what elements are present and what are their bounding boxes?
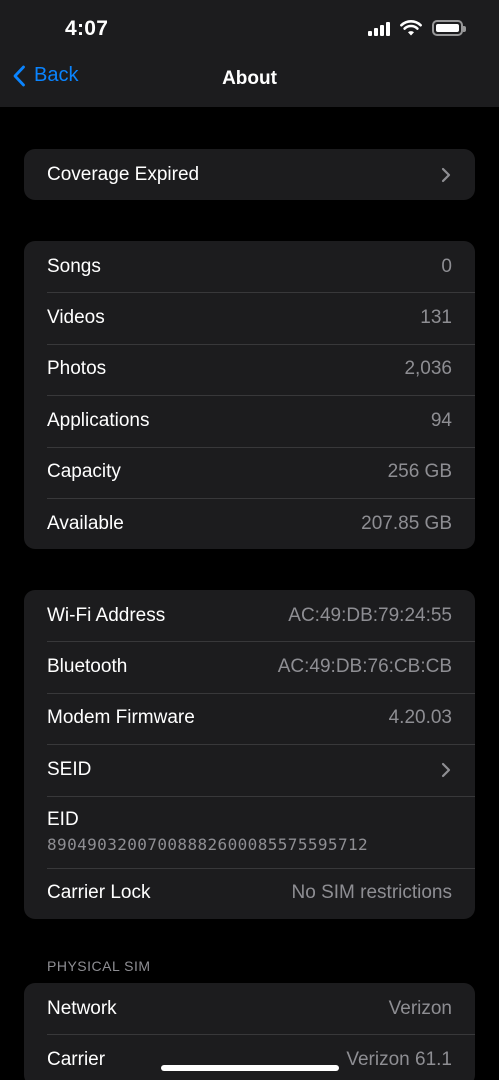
network-value: Verizon [388,997,452,1019]
status-time: 4:07 [65,17,109,40]
wifi-address-value: AC:49:DB:79:24:55 [288,604,452,626]
bluetooth-label: Bluetooth [47,656,128,678]
identifiers-group: Wi-Fi Address AC:49:DB:79:24:55 Bluetoot… [24,590,475,919]
wifi-icon [400,20,422,36]
page-title: About [222,68,277,89]
coverage-group: Coverage Expired [24,149,475,201]
seid-row[interactable]: SEID [24,744,475,795]
available-value: 207.85 GB [361,512,452,534]
coverage-label: Coverage Expired [47,163,200,185]
songs-label: Songs [47,255,101,277]
applications-label: Applications [47,409,150,431]
wifi-address-label: Wi-Fi Address [47,604,166,626]
eid-value: 89049032007008882600085575595712 [47,835,369,855]
capacity-label: Capacity [47,461,121,483]
media-group: Songs 0 Videos 131 Photos 2,036 Applicat… [24,241,475,550]
videos-value: 131 [420,307,452,329]
wifi-address-row[interactable]: Wi-Fi Address AC:49:DB:79:24:55 [24,590,475,641]
photos-row: Photos 2,036 [24,343,475,395]
carrier-label: Carrier [47,1049,106,1071]
carrier-row: Carrier Verizon 61.1 [24,1034,475,1080]
capacity-value: 256 GB [387,461,452,483]
physical-sim-header: PHYSICAL SIM [47,958,151,974]
battery-icon [432,20,466,36]
navigation-bar: 4:07 Back About [0,0,499,107]
home-indicator[interactable] [161,1065,339,1071]
applications-row: Applications 94 [24,395,475,446]
photos-label: Photos [47,358,107,380]
applications-value: 94 [430,409,452,431]
songs-row: Songs 0 [24,241,475,292]
videos-label: Videos [47,307,105,329]
chevron-right-icon [441,167,451,182]
carrier-lock-value: No SIM restrictions [291,882,452,904]
songs-value: 0 [441,255,452,277]
modem-firmware-row[interactable]: Modem Firmware 4.20.03 [24,692,475,744]
bluetooth-row[interactable]: Bluetooth AC:49:DB:76:CB:CB [24,641,475,692]
modem-firmware-value: 4.20.03 [388,707,452,729]
cellular-signal-icon [368,20,390,36]
photos-value: 2,036 [404,358,452,380]
carrier-value: Verizon 61.1 [346,1049,452,1071]
coverage-row[interactable]: Coverage Expired [24,149,475,200]
modem-firmware-label: Modem Firmware [47,707,195,729]
capacity-row: Capacity 256 GB [24,446,475,498]
available-row: Available 207.85 GB [24,497,475,549]
network-row: Network Verizon [24,983,475,1034]
status-icons [368,20,466,36]
videos-row: Videos 131 [24,292,475,343]
carrier-lock-row: Carrier Lock No SIM restrictions [24,867,475,919]
carrier-lock-label: Carrier Lock [47,882,151,904]
eid-row[interactable]: EID 89049032007008882600085575595712 [24,795,475,868]
bluetooth-value: AC:49:DB:76:CB:CB [277,656,452,678]
seid-label: SEID [47,758,92,780]
network-label: Network [47,997,117,1019]
chevron-right-icon [441,762,451,777]
available-label: Available [47,512,124,534]
eid-label: EID [47,809,79,831]
